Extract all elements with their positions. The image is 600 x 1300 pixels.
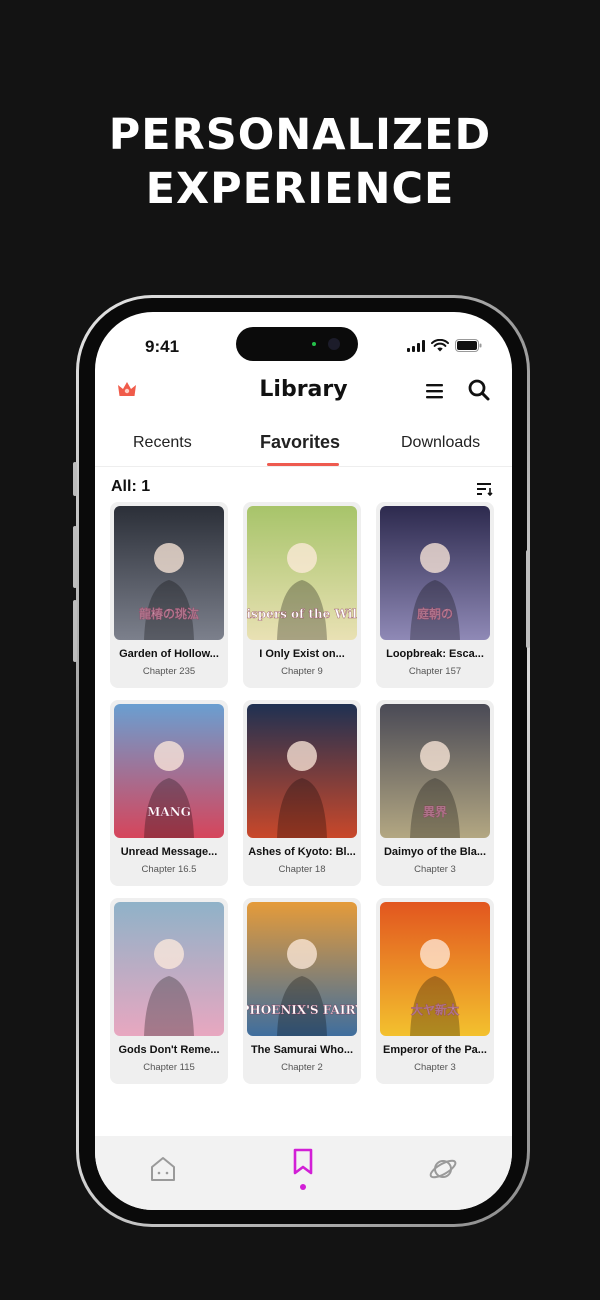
menu-icon[interactable] <box>425 382 445 400</box>
cover-title-art: PHOENIX'S FAIRY <box>247 1003 357 1017</box>
manga-title: Emperor of the Pa... <box>383 1044 487 1056</box>
chapter-label: Chapter 115 <box>143 1062 195 1073</box>
headline-line-1: PERSONALIZED <box>108 110 492 160</box>
cover-image <box>114 902 224 1036</box>
bottom-navigation <box>95 1136 512 1210</box>
home-icon[interactable] <box>148 1154 178 1184</box>
dynamic-island <box>236 327 358 361</box>
battery-icon <box>455 339 482 352</box>
manga-card[interactable]: Gods Don't Reme... Chapter 115 <box>110 898 228 1084</box>
phone-power-button <box>526 550 530 648</box>
manga-card[interactable]: Ashes of Kyoto: Bl... Chapter 18 <box>243 700 361 886</box>
cover-image <box>247 704 357 838</box>
manga-title: Unread Message... <box>120 846 218 858</box>
chapter-label: Chapter 18 <box>278 864 326 875</box>
wifi-icon <box>431 339 449 352</box>
chapter-label: Chapter 157 <box>408 666 462 677</box>
library-tabs: Recents Favorites Downloads <box>95 430 512 467</box>
chapter-label: Chapter 16.5 <box>141 864 197 875</box>
cover-image: PHOENIX'S FAIRY <box>247 902 357 1036</box>
item-count: All: 1 <box>111 478 151 495</box>
manga-card[interactable]: MANG Unread Message... Chapter 16.5 <box>110 700 228 886</box>
active-tab-indicator <box>267 463 339 466</box>
headline-line-2: EXPERIENCE <box>145 164 455 214</box>
chapter-label: Chapter 235 <box>142 666 196 677</box>
chapter-label: Chapter 9 <box>281 666 323 677</box>
manga-card[interactable]: 庭朝の Loopbreak: Esca... Chapter 157 <box>376 502 494 688</box>
sort-icon[interactable] <box>476 482 494 496</box>
manga-title: Ashes of Kyoto: Bl... <box>248 846 356 858</box>
app-header: Library <box>95 372 512 412</box>
phone-side-button <box>73 462 77 496</box>
manga-title: The Samurai Who... <box>250 1044 354 1056</box>
manga-card[interactable]: Whispers of the Willow I Only Exist on..… <box>243 502 361 688</box>
status-time: 9:41 <box>145 337 180 356</box>
manga-card[interactable]: 龍椿の珧汯 Garden of Hollow... Chapter 235 <box>110 502 228 688</box>
manga-title: Gods Don't Reme... <box>118 1044 220 1056</box>
cover-title-art: MANG <box>147 805 191 819</box>
phone-side-button <box>73 600 77 662</box>
cover-image: 庭朝の <box>380 506 490 640</box>
search-icon[interactable] <box>467 378 491 402</box>
page-title: Library <box>259 377 348 402</box>
cover-image: 異界 <box>380 704 490 838</box>
manga-title: I Only Exist on... <box>259 648 345 660</box>
manga-title: Daimyo of the Bla... <box>383 846 487 858</box>
tab-favorites[interactable]: Favorites <box>260 432 340 453</box>
manga-card[interactable]: 異界 Daimyo of the Bla... Chapter 3 <box>376 700 494 886</box>
manga-card[interactable]: PHOENIX'S FAIRY The Samurai Who... Chapt… <box>243 898 361 1084</box>
manga-title: Garden of Hollow... <box>119 648 219 660</box>
cover-image: Whispers of the Willow <box>247 506 357 640</box>
signal-icon <box>407 340 425 352</box>
tab-recents[interactable]: Recents <box>133 434 192 452</box>
manga-card[interactable]: 大ヤ新太 Emperor of the Pa... Chapter 3 <box>376 898 494 1084</box>
cover-title-art: 異界 <box>423 804 447 819</box>
tab-downloads[interactable]: Downloads <box>401 434 480 452</box>
planet-icon[interactable] <box>428 1154 458 1184</box>
app-screen: 9:41 Library Recents Favorites Downloads… <box>95 312 512 1210</box>
manga-title: Loopbreak: Esca... <box>386 648 484 660</box>
cover-title-art: 龍椿の珧汯 <box>139 606 199 621</box>
cover-image: 龍椿の珧汯 <box>114 506 224 640</box>
cover-title-art: 庭朝の <box>417 606 453 621</box>
chapter-label: Chapter 3 <box>414 864 456 875</box>
active-nav-indicator <box>300 1184 306 1190</box>
cover-image: 大ヤ新太 <box>380 902 490 1036</box>
cover-image: MANG <box>114 704 224 838</box>
bookmark-icon[interactable] <box>292 1148 314 1176</box>
cover-title-art: 大ヤ新太 <box>411 1002 460 1017</box>
chapter-label: Chapter 3 <box>414 1062 456 1073</box>
chapter-label: Chapter 2 <box>281 1062 323 1073</box>
status-bar: 9:41 <box>95 312 512 376</box>
phone-side-button <box>73 526 77 588</box>
cover-title-art: Whispers of the Willow <box>247 607 357 621</box>
promo-headline: PERSONALIZED EXPERIENCE <box>0 108 600 216</box>
